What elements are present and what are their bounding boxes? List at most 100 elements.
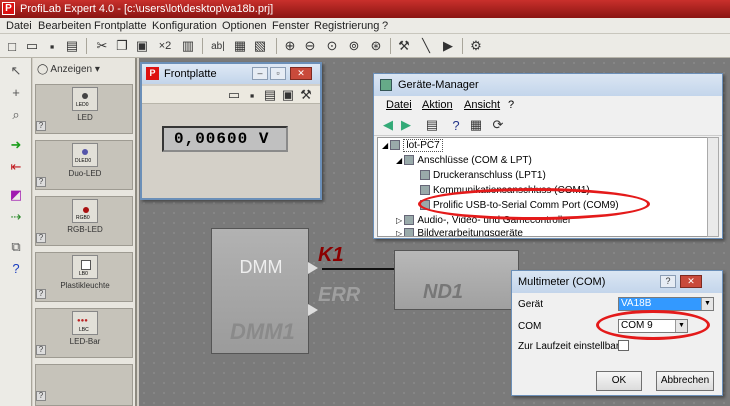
frontplatte-title-bar[interactable]: P Frontplatte – ▫ ✕ bbox=[142, 64, 320, 84]
connection-wire[interactable] bbox=[322, 268, 394, 270]
scan-icon[interactable]: ▦ bbox=[468, 117, 484, 133]
maximize-button[interactable]: ▫ bbox=[270, 67, 286, 80]
back-arrow-icon[interactable]: ◀ bbox=[380, 117, 396, 133]
cut-icon[interactable]: ✂ bbox=[94, 38, 110, 54]
icon-caption: LBC bbox=[79, 327, 89, 333]
palette-item-led[interactable]: LED0 LED ? bbox=[35, 84, 133, 134]
tools-icon[interactable]: ⚒ bbox=[396, 38, 412, 54]
chevron-down-icon[interactable]: ▼ bbox=[701, 298, 713, 310]
dm-menu-datei[interactable]: Datei bbox=[386, 99, 412, 111]
frontplatte-title: Frontplatte bbox=[164, 68, 217, 80]
align-icon[interactable]: ▦ bbox=[232, 38, 248, 54]
camera-icon bbox=[404, 228, 415, 236]
open-folder-icon[interactable]: ▭ bbox=[226, 87, 242, 103]
menu-registrierung[interactable]: Registrierung bbox=[314, 19, 379, 33]
pointer-icon[interactable]: ↖ bbox=[6, 62, 26, 80]
color-icon[interactable]: ◩ bbox=[6, 186, 26, 204]
dmm-component[interactable]: DMM DMM1 bbox=[211, 228, 309, 354]
copy-icon[interactable]: ❐ bbox=[114, 38, 130, 54]
print-icon[interactable]: ▤ bbox=[262, 87, 278, 103]
palette-item-led-bar[interactable]: ●●● LBC LED-Bar ? bbox=[35, 308, 133, 358]
help-icon[interactable]: ? bbox=[36, 177, 46, 187]
component-palette: ◯ Anzeigen ▾ LED0 LED ? DLED0 Duo-LED ? … bbox=[33, 58, 137, 406]
dm-menu-ansicht[interactable]: Ansicht bbox=[464, 99, 500, 111]
led-bar-icon: ●●● LBC bbox=[72, 311, 98, 335]
geraet-value: VA18B bbox=[621, 298, 652, 309]
tree-node-ports[interactable]: ◢ Anschlüsse (COM & LPT) bbox=[396, 155, 532, 166]
close-button[interactable]: ✕ bbox=[680, 275, 702, 288]
help-button[interactable]: ? bbox=[660, 275, 676, 288]
geraet-select[interactable]: VA18B ▼ bbox=[618, 297, 714, 311]
palette-item-duo-led[interactable]: DLED0 Duo-LED ? bbox=[35, 140, 133, 190]
zoom-out-icon[interactable]: ⊖ bbox=[302, 38, 318, 54]
runtime-checkbox[interactable] bbox=[618, 340, 629, 351]
minimize-button[interactable]: – bbox=[252, 67, 268, 80]
tree-node-label: Anschlüsse (COM & LPT) bbox=[417, 155, 532, 166]
tree-node-label: Bildverarbeitungsgeräte bbox=[417, 228, 523, 237]
connect-icon[interactable]: ⇢ bbox=[6, 208, 26, 226]
help-icon[interactable]: ? bbox=[36, 289, 46, 299]
open-folder-icon[interactable]: ▭ bbox=[24, 38, 40, 54]
palette-view-selector[interactable]: ◯ Anzeigen ▾ bbox=[37, 64, 100, 75]
help-icon[interactable]: ? bbox=[36, 345, 46, 355]
close-button[interactable]: ✕ bbox=[290, 67, 312, 80]
palette-item-plastikleuchte[interactable]: LB0 Plastikleuchte ? bbox=[35, 252, 133, 302]
save-icon[interactable]: ▪ bbox=[44, 38, 60, 54]
zoom-select-icon[interactable]: ⊛ bbox=[368, 38, 384, 54]
insert-arrow-icon[interactable]: ➜ bbox=[6, 136, 26, 154]
menu-optionen[interactable]: Optionen bbox=[222, 19, 267, 33]
save-icon[interactable]: ▪ bbox=[244, 87, 260, 103]
dm-menu-help[interactable]: ? bbox=[508, 99, 514, 111]
cancel-button[interactable]: Abbrechen bbox=[656, 371, 714, 391]
device-tree[interactable]: ◢ lot-PC7 ◢ Anschlüsse (COM & LPT) Druck… bbox=[377, 137, 709, 237]
menu-frontplatte[interactable]: Frontplatte bbox=[94, 19, 147, 33]
duplicate-button[interactable]: ×2 bbox=[154, 38, 176, 54]
dm-menu-aktion[interactable]: Aktion bbox=[422, 99, 453, 111]
help-icon[interactable]: ? bbox=[448, 117, 464, 133]
k1-port[interactable] bbox=[308, 262, 318, 274]
magnifier-icon[interactable]: ⌕ bbox=[6, 106, 26, 124]
export-icon[interactable]: ▣ bbox=[280, 87, 296, 103]
help-icon[interactable]: ? bbox=[36, 391, 46, 401]
tree-node-imaging[interactable]: ▷ Bildverarbeitungsgeräte bbox=[396, 228, 523, 237]
help-icon[interactable]: ? bbox=[36, 233, 46, 243]
menu-datei[interactable]: Datei bbox=[6, 19, 32, 33]
properties-icon[interactable]: ▤ bbox=[424, 117, 440, 133]
multimeter-title-bar[interactable]: Multimeter (COM) ? ✕ bbox=[512, 271, 722, 293]
rgb-led-icon: RGB0 bbox=[72, 199, 98, 223]
delete-icon[interactable]: ▥ bbox=[180, 38, 196, 54]
wire-icon[interactable]: ╲ bbox=[418, 38, 434, 54]
menu-fenster[interactable]: Fenster bbox=[272, 19, 309, 33]
help-icon[interactable]: ? bbox=[36, 121, 46, 131]
gear-icon[interactable]: ⚙ bbox=[468, 38, 484, 54]
ok-button[interactable]: OK bbox=[596, 371, 642, 391]
palette-item-more[interactable]: ? bbox=[35, 364, 133, 406]
run-icon[interactable]: ▶ bbox=[440, 38, 456, 54]
crosshair-icon[interactable]: + bbox=[6, 84, 26, 102]
zoom-page-icon[interactable]: ⊚ bbox=[346, 38, 362, 54]
print-icon[interactable]: ▤ bbox=[64, 38, 80, 54]
palette-item-rgb-led[interactable]: RGB0 RGB-LED ? bbox=[35, 196, 133, 246]
tree-node-label: lot-PC7 bbox=[403, 139, 443, 152]
tools-icon[interactable]: ⚒ bbox=[298, 87, 314, 103]
nd1-component[interactable]: ND1 bbox=[394, 250, 519, 310]
menu-konfiguration[interactable]: Konfiguration bbox=[152, 19, 217, 33]
zoom-fit-icon[interactable]: ⊙ bbox=[324, 38, 340, 54]
tree-node-computer[interactable]: ◢ lot-PC7 bbox=[382, 139, 443, 152]
forward-arrow-icon[interactable]: ▶ bbox=[398, 117, 414, 133]
new-file-icon[interactable]: □ bbox=[4, 38, 20, 54]
window-icon[interactable]: ⧉ bbox=[6, 238, 26, 256]
grid-icon[interactable]: ▧ bbox=[252, 38, 268, 54]
device-manager-title-bar[interactable]: Geräte-Manager bbox=[374, 74, 722, 96]
tree-scrollbar[interactable] bbox=[707, 137, 719, 237]
refresh-icon[interactable]: ⟳ bbox=[490, 117, 506, 133]
tree-node-lpt1[interactable]: Druckeranschluss (LPT1) bbox=[420, 170, 546, 181]
paste-icon[interactable]: ▣ bbox=[134, 38, 150, 54]
menu-bearbeiten[interactable]: Bearbeiten bbox=[38, 19, 91, 33]
remove-arrow-icon[interactable]: ⇤ bbox=[6, 158, 26, 176]
err-port[interactable] bbox=[308, 304, 318, 316]
text-tool-button[interactable]: ab| bbox=[208, 38, 228, 54]
menu-help[interactable]: ? bbox=[382, 19, 388, 33]
help-cursor-icon[interactable]: ? bbox=[6, 260, 26, 278]
zoom-in-icon[interactable]: ⊕ bbox=[282, 38, 298, 54]
